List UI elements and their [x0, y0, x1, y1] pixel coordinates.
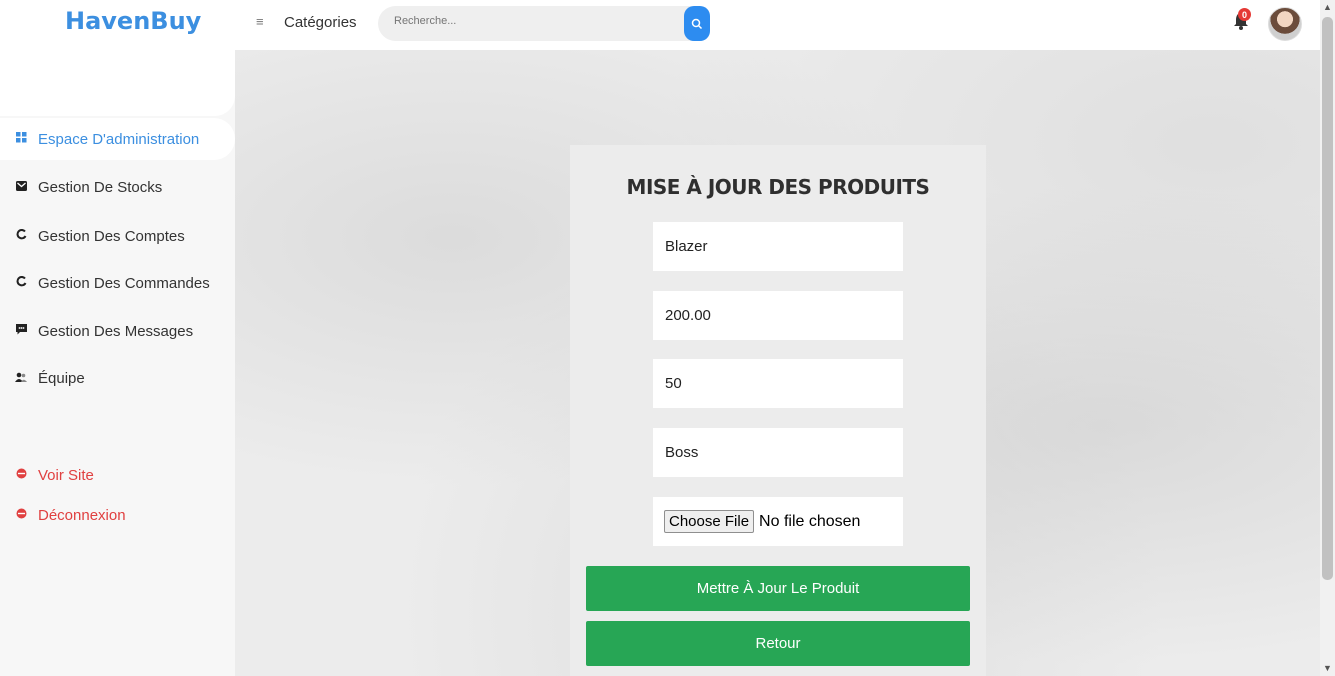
sidebar-item-label: Gestion Des Comptes	[38, 227, 185, 245]
sidebar-item-view-site[interactable]: Voir Site	[0, 454, 94, 496]
globe-icon	[0, 468, 38, 482]
sidebar-item-logout[interactable]: Déconnexion	[0, 494, 126, 536]
update-product-button[interactable]: Mettre À Jour Le Produit	[586, 566, 970, 611]
top-bar: HavenBuy ≡ Catégories 0	[0, 0, 1320, 50]
team-icon	[0, 371, 38, 385]
sidebar-item-label: Gestion Des Commandes	[38, 274, 210, 292]
scroll-down-arrow[interactable]: ▼	[1323, 663, 1332, 673]
notification-badge: 0	[1238, 8, 1251, 21]
logo[interactable]: HavenBuy	[65, 7, 201, 35]
dashboard-icon	[0, 132, 38, 146]
product-name-input[interactable]	[653, 222, 903, 271]
message-icon	[0, 324, 38, 338]
sidebar-item-label: Espace D'administration	[38, 130, 200, 148]
product-image-field: Choose File No file chosen	[653, 497, 903, 546]
update-product-form: MISE À JOUR DES PRODUITS Choose File No …	[570, 145, 986, 676]
product-quantity-input[interactable]	[653, 359, 903, 408]
search-icon	[691, 18, 703, 29]
sidebar-item-label: Déconnexion	[38, 506, 126, 524]
categories-menu[interactable]: Catégories	[284, 14, 357, 31]
sidebar-item-stocks[interactable]: Gestion De Stocks	[0, 166, 162, 208]
sidebar-top-spacer	[0, 50, 235, 116]
menu-icon[interactable]: ≡	[256, 14, 264, 29]
product-price-input[interactable]	[653, 291, 903, 340]
search-button[interactable]	[684, 6, 710, 41]
sidebar-item-label: Gestion De Stocks	[38, 178, 163, 196]
sidebar-item-orders[interactable]: Gestion Des Commandes	[0, 262, 210, 304]
sidebar-item-messages[interactable]: Gestion Des Messages	[0, 310, 193, 352]
sidebar-item-admin[interactable]: Espace D'administration	[0, 118, 235, 160]
logout-icon	[0, 508, 38, 522]
avatar[interactable]	[1268, 7, 1302, 41]
scroll-up-arrow[interactable]: ▲	[1323, 2, 1332, 12]
file-status: No file chosen	[759, 512, 861, 530]
form-title: MISE À JOUR DES PRODUITS	[626, 175, 930, 199]
back-button[interactable]: Retour	[586, 621, 970, 666]
sidebar-item-label: Voir Site	[38, 466, 94, 484]
inbox-icon	[0, 180, 38, 194]
sidebar-item-label: Équipe	[38, 369, 85, 387]
product-brand-input[interactable]	[653, 428, 903, 477]
sidebar-item-accounts[interactable]: Gestion Des Comptes	[0, 215, 185, 257]
search-bar	[378, 6, 708, 41]
refresh-icon	[0, 228, 38, 243]
scrollbar-thumb[interactable]	[1322, 17, 1333, 580]
sidebar-item-label: Gestion Des Messages	[38, 322, 194, 340]
refresh-icon	[0, 275, 38, 290]
choose-file-button[interactable]: Choose File	[664, 510, 755, 533]
sidebar-item-team[interactable]: Équipe	[0, 357, 85, 399]
search-input[interactable]	[392, 14, 676, 28]
